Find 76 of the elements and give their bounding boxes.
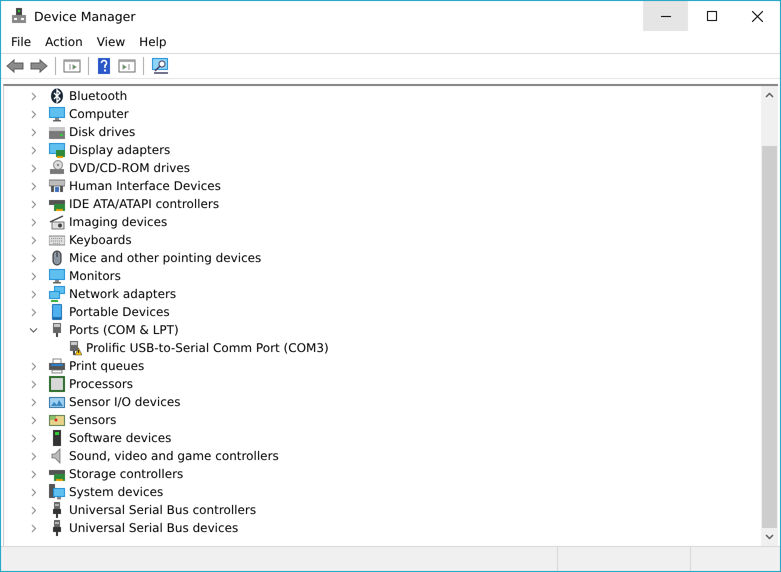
printer-icon xyxy=(49,358,65,374)
menu-item[interactable]: Help xyxy=(132,35,174,49)
disc-drive-icon xyxy=(49,160,65,176)
chevron-right-icon[interactable] xyxy=(29,524,38,532)
chevron-right-icon[interactable] xyxy=(29,182,38,190)
tree-item[interactable]: IDE ATA/ATAPI controllers xyxy=(69,197,220,211)
tree-item[interactable]: Universal Serial Bus devices xyxy=(69,521,238,535)
monitor-icon xyxy=(49,268,65,284)
tree-item[interactable]: Universal Serial Bus controllers xyxy=(69,503,256,517)
chevron-right-icon[interactable] xyxy=(29,218,38,226)
chevron-right-icon[interactable] xyxy=(29,254,38,262)
camera-icon xyxy=(49,214,65,230)
chevron-right-icon[interactable] xyxy=(29,398,38,406)
system-icon xyxy=(49,484,65,500)
keyboard-plug-icon xyxy=(49,178,65,194)
tree-item[interactable]: Display adapters xyxy=(69,143,170,157)
scrollbar[interactable] xyxy=(761,86,778,546)
menu-item[interactable]: View xyxy=(90,35,132,49)
chevron-right-icon[interactable] xyxy=(29,362,38,370)
device-icon xyxy=(11,8,27,24)
menu-item[interactable]: Action xyxy=(38,35,90,49)
tree-item[interactable]: Imaging devices xyxy=(69,215,168,229)
chevron-right-icon[interactable] xyxy=(29,92,38,100)
scroll-up-icon[interactable] xyxy=(765,92,774,98)
chevron-right-icon[interactable] xyxy=(29,272,38,280)
tree-item[interactable]: Ports (COM & LPT) xyxy=(69,323,179,337)
tree-item[interactable]: Network adapters xyxy=(69,287,176,301)
chevron-down-icon[interactable] xyxy=(29,326,38,334)
tree-item[interactable]: Print queues xyxy=(69,359,144,373)
sensor-panel-icon xyxy=(49,394,65,410)
menu-item[interactable]: File xyxy=(4,35,38,49)
chevron-right-icon[interactable] xyxy=(29,200,38,208)
tree-item[interactable]: Processors xyxy=(69,377,134,391)
chevron-right-icon[interactable] xyxy=(29,290,38,298)
chevron-right-icon[interactable] xyxy=(29,110,38,118)
chevron-right-icon[interactable] xyxy=(29,506,38,514)
window-title: Device Manager xyxy=(34,8,137,24)
tree-item[interactable]: Disk drives xyxy=(69,125,136,139)
tablet-icon xyxy=(49,304,65,320)
tree-item[interactable]: Human Interface Devices xyxy=(69,179,221,193)
chevron-right-icon[interactable] xyxy=(29,308,38,316)
tree-item[interactable]: Sensors xyxy=(69,413,116,427)
chevron-right-icon[interactable] xyxy=(29,434,38,442)
tree-item[interactable]: Portable Devices xyxy=(69,305,170,319)
maximize-icon xyxy=(706,11,716,21)
tree-item[interactable]: Bluetooth xyxy=(69,89,128,103)
chevron-right-icon[interactable] xyxy=(29,236,38,244)
chevron-right-icon[interactable] xyxy=(29,146,38,154)
monitor-icon xyxy=(49,106,65,122)
chevron-right-icon[interactable] xyxy=(29,470,38,478)
tree-item[interactable]: Sensor I/O devices xyxy=(69,395,180,409)
scroll-down-icon[interactable] xyxy=(765,534,774,540)
chevron-right-icon[interactable] xyxy=(29,380,38,388)
bluetooth-icon xyxy=(49,88,65,104)
close-icon xyxy=(752,10,763,22)
tree-item[interactable]: Keyboards xyxy=(69,233,132,247)
chevron-right-icon[interactable] xyxy=(29,164,38,172)
network-icon xyxy=(49,286,65,302)
tree-item[interactable]: Storage controllers xyxy=(69,467,184,481)
chip-icon xyxy=(49,376,65,392)
chevron-right-icon[interactable] xyxy=(29,416,38,424)
tree-item[interactable]: DVD/CD-ROM drives xyxy=(69,161,190,175)
tree-item[interactable]: Mice and other pointing devices xyxy=(69,251,262,265)
tree-item[interactable]: Prolific USB-to-Serial Comm Port (COM3) xyxy=(86,341,329,355)
chevron-right-icon[interactable] xyxy=(29,488,38,496)
drive-icon xyxy=(49,124,65,140)
scrollbar-thumb[interactable] xyxy=(762,146,777,528)
tree-item[interactable]: System devices xyxy=(69,485,164,499)
tree-item[interactable]: Computer xyxy=(69,107,129,121)
tree-item[interactable]: Software devices xyxy=(69,431,172,445)
chevron-right-icon[interactable] xyxy=(29,452,38,460)
tree-item[interactable]: Monitors xyxy=(69,269,121,283)
chevron-right-icon[interactable] xyxy=(29,128,38,136)
display-card-icon xyxy=(49,142,65,158)
tree-item[interactable]: Sound, video and game controllers xyxy=(69,449,279,463)
map-icon xyxy=(49,412,65,428)
